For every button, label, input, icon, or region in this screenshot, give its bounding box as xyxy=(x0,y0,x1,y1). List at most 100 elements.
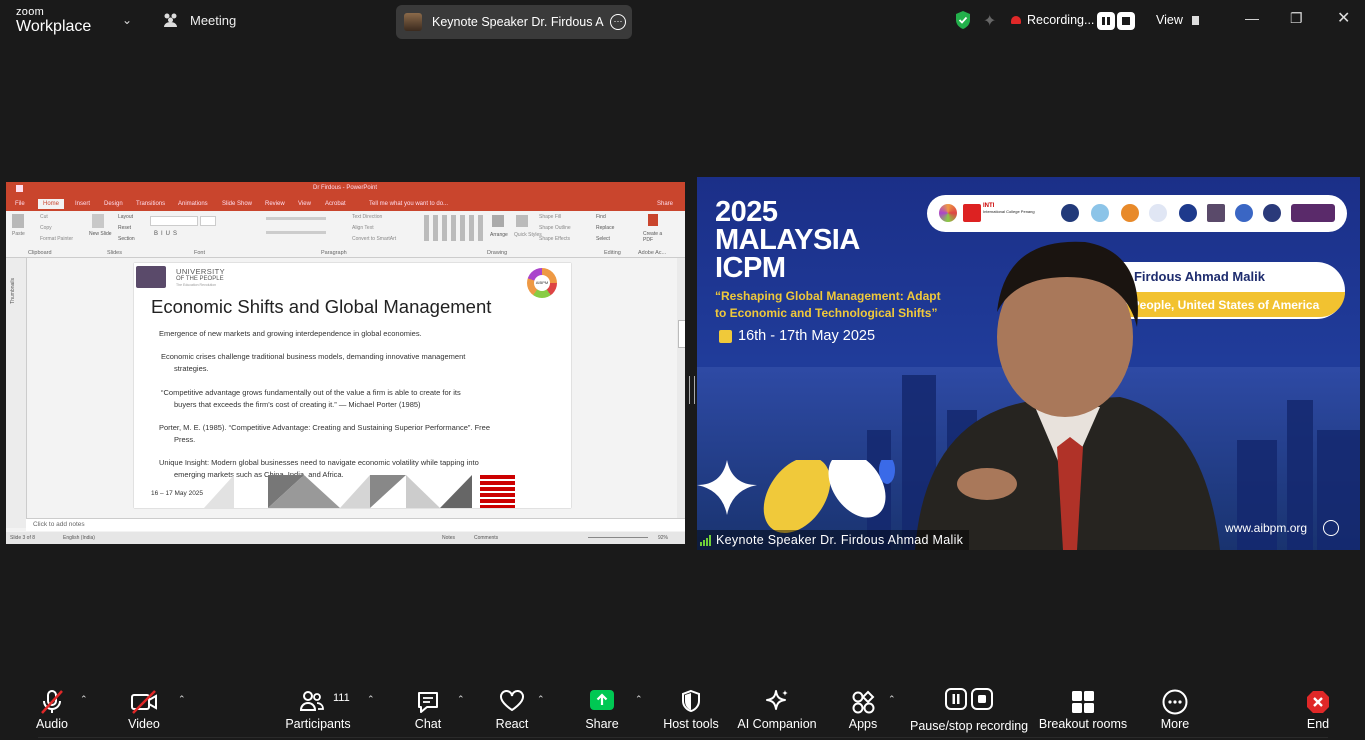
speaker-video-tile[interactable]: 2025 MALAYSIA ICPM “Reshaping Global Man… xyxy=(697,177,1360,550)
audio-button[interactable]: Audio xyxy=(22,680,82,740)
zoom-slider[interactable] xyxy=(588,537,648,538)
layout-label[interactable]: Layout xyxy=(118,214,133,220)
tab-acrobat[interactable]: Acrobat xyxy=(325,201,346,207)
create-pdf-icon[interactable] xyxy=(648,214,658,226)
audio-options-chevron-icon[interactable]: ⌃ xyxy=(80,694,88,705)
tab-slide-show[interactable]: Slide Show xyxy=(222,201,252,207)
arrange-label[interactable]: Arrange xyxy=(490,232,508,238)
tab-animations[interactable]: Animations xyxy=(178,201,208,207)
encryption-shield-icon[interactable] xyxy=(955,11,971,29)
ppt-share-button[interactable]: Share xyxy=(657,201,673,207)
shape-outline-label[interactable]: Shape Outline xyxy=(539,225,571,231)
tab-insert[interactable]: Insert xyxy=(75,201,90,207)
chat-button[interactable]: Chat xyxy=(404,680,452,740)
video-options-chevron-icon[interactable]: ⌃ xyxy=(178,694,186,705)
tab-view[interactable]: View xyxy=(298,201,311,207)
shared-screen[interactable]: Dr Firdous - PowerPoint File Home Insert… xyxy=(6,182,685,544)
zoom-level[interactable]: 92% xyxy=(658,535,668,541)
section-label[interactable]: Section xyxy=(118,236,135,242)
cut-label[interactable]: Cut xyxy=(40,214,48,220)
breakout-rooms-button[interactable]: Breakout rooms xyxy=(1038,680,1128,740)
thumbnails-pane[interactable]: Thumbnails xyxy=(6,258,27,528)
zoom-workplace-logo[interactable]: zoom Workplace xyxy=(16,7,91,35)
quick-styles-label[interactable]: Quick Styles xyxy=(514,232,542,238)
notes-toggle[interactable]: Notes xyxy=(442,535,455,541)
paste-label[interactable]: Paste xyxy=(12,231,25,237)
alignment-buttons[interactable] xyxy=(266,231,326,234)
shape-fill-label[interactable]: Shape Fill xyxy=(539,214,561,220)
share-screen-button[interactable]: Share xyxy=(578,680,626,740)
brand-line1: zoom xyxy=(16,6,45,18)
notes-pane[interactable]: Click to add notes xyxy=(26,518,685,531)
slide-point-3b: buyers that exceeds the firm's cost of c… xyxy=(174,400,421,409)
tab-home[interactable]: Home xyxy=(38,199,65,209)
pause-stop-recording-button[interactable]: Pause/stop recording xyxy=(910,680,1028,740)
paste-icon[interactable] xyxy=(12,214,24,228)
group-editing: Editing xyxy=(604,250,621,256)
apps-button[interactable]: Apps xyxy=(839,680,887,740)
stop-recording-button[interactable] xyxy=(1117,12,1135,30)
more-options-icon[interactable]: ⋯ xyxy=(610,14,626,30)
tab-review[interactable]: Review xyxy=(265,201,285,207)
replace-label[interactable]: Replace xyxy=(596,225,614,231)
create-pdf-label[interactable]: Create a PDF xyxy=(643,231,665,243)
new-slide-icon[interactable] xyxy=(92,214,104,228)
uni-line2: OF THE PEOPLE xyxy=(176,276,224,282)
ai-sparkle-icon[interactable]: ✦ xyxy=(983,11,996,31)
find-label[interactable]: Find xyxy=(596,214,606,220)
video-button[interactable]: Video xyxy=(114,680,174,740)
slide-point-4a: Porter, M. E. (1985). “Competitive Advan… xyxy=(159,423,490,432)
font-size-box[interactable] xyxy=(200,216,216,226)
format-painter-label[interactable]: Format Painter xyxy=(40,236,73,242)
tell-me-box[interactable]: Tell me what you want to do... xyxy=(369,201,448,207)
react-options-chevron-icon[interactable]: ⌃ xyxy=(537,694,545,705)
chat-options-chevron-icon[interactable]: ⌃ xyxy=(457,694,465,705)
close-icon[interactable]: ✕ xyxy=(1337,8,1350,28)
convert-smartart-label[interactable]: Convert to SmartArt xyxy=(352,236,396,242)
meeting-menu-button[interactable]: Meeting xyxy=(162,12,236,28)
shapes-gallery[interactable] xyxy=(424,215,484,241)
active-speaker-pill[interactable]: Keynote Speaker Dr. Firdous Ahm ⋯ xyxy=(396,5,632,39)
event-url: www.aibpm.org xyxy=(1225,521,1308,535)
tab-design[interactable]: Design xyxy=(104,201,123,207)
select-label[interactable]: Select xyxy=(596,236,610,242)
apps-options-chevron-icon[interactable]: ⌃ xyxy=(888,694,896,705)
shape-effects-label[interactable]: Shape Effects xyxy=(539,236,570,242)
host-shield-icon xyxy=(682,689,700,713)
tab-file[interactable]: File xyxy=(15,201,25,207)
pause-recording-button[interactable] xyxy=(1097,12,1115,30)
uni-line3: The Education Revolution xyxy=(176,283,217,287)
group-slides: Slides xyxy=(107,250,122,256)
more-button[interactable]: More xyxy=(1150,680,1200,740)
split-view-handle[interactable] xyxy=(689,376,695,404)
view-button[interactable]: View xyxy=(1156,13,1200,27)
end-meeting-button[interactable]: End xyxy=(1294,680,1342,740)
participants-button[interactable]: Participants xyxy=(285,680,351,740)
font-name-box[interactable] xyxy=(150,216,198,226)
slide-canvas[interactable]: UNIVERSITY OF THE PEOPLE The Education R… xyxy=(134,263,571,508)
participants-options-chevron-icon[interactable]: ⌃ xyxy=(367,694,375,705)
quick-styles-icon[interactable] xyxy=(516,215,528,227)
recording-indicator[interactable]: Recording... xyxy=(1011,13,1094,27)
scroll-thumb[interactable] xyxy=(678,320,685,348)
arrange-icon[interactable] xyxy=(492,215,504,227)
bullet-buttons[interactable] xyxy=(266,217,326,220)
share-screen-icon xyxy=(590,690,614,710)
minimize-icon[interactable]: — xyxy=(1245,10,1259,26)
react-button[interactable]: React xyxy=(488,680,536,740)
ai-companion-button[interactable]: AI Companion xyxy=(736,680,818,740)
comments-toggle[interactable]: Comments xyxy=(474,535,498,541)
share-options-chevron-icon[interactable]: ⌃ xyxy=(635,694,643,705)
new-slide-label[interactable]: New Slide xyxy=(89,231,112,237)
align-text-label[interactable]: Align Text xyxy=(352,225,374,231)
restore-icon[interactable]: ❐ xyxy=(1290,10,1303,27)
tab-transitions[interactable]: Transitions xyxy=(136,201,165,207)
reset-label[interactable]: Reset xyxy=(118,225,131,231)
host-tools-button[interactable]: Host tools xyxy=(660,680,722,740)
font-format-buttons[interactable]: BIUS xyxy=(154,231,180,237)
partner-logo-icon xyxy=(1207,204,1225,222)
text-direction-label[interactable]: Text Direction xyxy=(352,214,382,220)
slide-scrollbar[interactable] xyxy=(677,258,685,518)
chevron-down-icon[interactable]: ⌄ xyxy=(122,13,132,27)
copy-label[interactable]: Copy xyxy=(40,225,52,231)
